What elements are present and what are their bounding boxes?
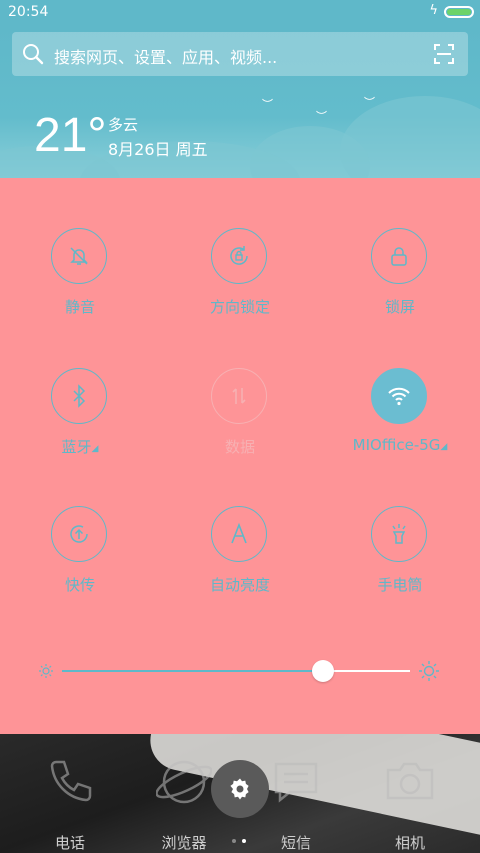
toggle-wifi-button[interactable] [371,368,427,424]
temperature: 21° [34,109,107,162]
quick-share-icon [70,525,88,543]
brightness-thumb[interactable] [312,660,334,682]
search-icon [23,44,44,65]
toggle-bluetooth-button[interactable] [51,368,107,424]
weather-date: 8月26日 周五 [108,140,208,159]
toggle-wifi[interactable]: MIOffice-5G◢ [320,368,480,478]
brightness-slider[interactable] [0,658,480,684]
toggle-quick-share[interactable]: 快传 [0,506,160,616]
wifi-icon [388,387,410,406]
expand-triangle-icon: ◢ [440,442,448,452]
page-dot [242,839,246,843]
expand-triangle-icon: ◢ [91,444,99,454]
toggle-wifi-label: MIOffice-5G [352,436,441,454]
bird-decoration: ︶ [364,96,375,109]
status-bar: 20:54 ϟ [0,0,480,26]
camera-icon [386,762,434,800]
toggle-silent-label: 静音 [64,298,95,316]
brightness-high-icon [419,661,439,681]
dock-app-label: 相机 [394,834,425,852]
message-icon [274,762,318,803]
bird-decoration: ︶ [262,98,273,111]
toggle-silent[interactable]: 静音 [0,228,160,338]
toggle-mobile-data[interactable]: 数据 [160,368,320,478]
brightness-track[interactable] [62,670,410,672]
lock-icon [391,247,407,266]
toggle-silent-button[interactable] [51,228,107,284]
dock-app-label: 浏览器 [161,834,207,852]
phone-icon [50,760,92,802]
page-dot [232,839,236,843]
toggle-auto-brightness[interactable]: 自动亮度 [160,506,320,616]
toggle-rotation-lock-label: 方向锁定 [209,298,270,316]
toggle-flashlight[interactable]: 手电筒 [320,506,480,616]
toggle-quick-share-button[interactable] [51,506,107,562]
toggle-flashlight-button[interactable] [371,506,427,562]
charging-icon: ϟ [429,3,438,18]
rotation-lock-icon [230,246,248,265]
weather-header: ︶ ︶ ︶ 搜索网页、设置、应用、视频... 21° 多云 8月26日 周五 [0,26,480,178]
toggle-quick-share-label: 快传 [64,576,95,594]
toggle-bluetooth-label: 蓝牙 [61,438,92,456]
toggle-mobile-data-label: 数据 [224,438,255,456]
bluetooth-icon [73,384,86,408]
search-placeholder: 搜索网页、设置、应用、视频... [54,48,278,67]
mobile-data-icon [232,388,246,404]
brightness-low-icon [39,664,53,678]
control-panel: 静音 方向锁定 锁屏 蓝牙◢ 数据 MIOffice-5G◢ 快传 自动亮度 手… [0,178,480,734]
page-indicator [232,828,252,847]
toggle-auto-brightness-label: 自动亮度 [209,576,270,594]
bell-off-icon [70,247,88,265]
toggle-mobile-data-button[interactable] [211,368,267,424]
home-dock: 电话 浏览器 短信 相机 [0,734,480,853]
dock-app-label: 短信 [280,834,311,852]
dock-app-label: 电话 [54,834,85,852]
toggle-lock-screen[interactable]: 锁屏 [320,228,480,338]
settings-button[interactable] [211,760,269,818]
search-bar[interactable]: 搜索网页、设置、应用、视频... [12,32,468,76]
toggle-bluetooth[interactable]: 蓝牙◢ [0,368,160,478]
browser-icon [156,760,212,804]
status-time: 20:54 [8,4,49,20]
flashlight-icon [392,524,406,544]
toggle-flashlight-label: 手电筒 [377,576,423,594]
toggle-lock-screen-label: 锁屏 [384,298,415,316]
toggle-auto-brightness-button[interactable] [211,506,267,562]
battery-icon [444,6,474,18]
toggle-rotation-lock-button[interactable] [211,228,267,284]
toggle-rotation-lock[interactable]: 方向锁定 [160,228,320,338]
gear-icon [230,778,249,800]
toggle-lock-screen-button[interactable] [371,228,427,284]
auto-brightness-icon [231,522,247,544]
scan-icon[interactable] [434,44,454,64]
brightness-fill [62,670,323,672]
bird-decoration: ︶ [316,110,327,123]
weather-condition: 多云 [108,116,139,134]
